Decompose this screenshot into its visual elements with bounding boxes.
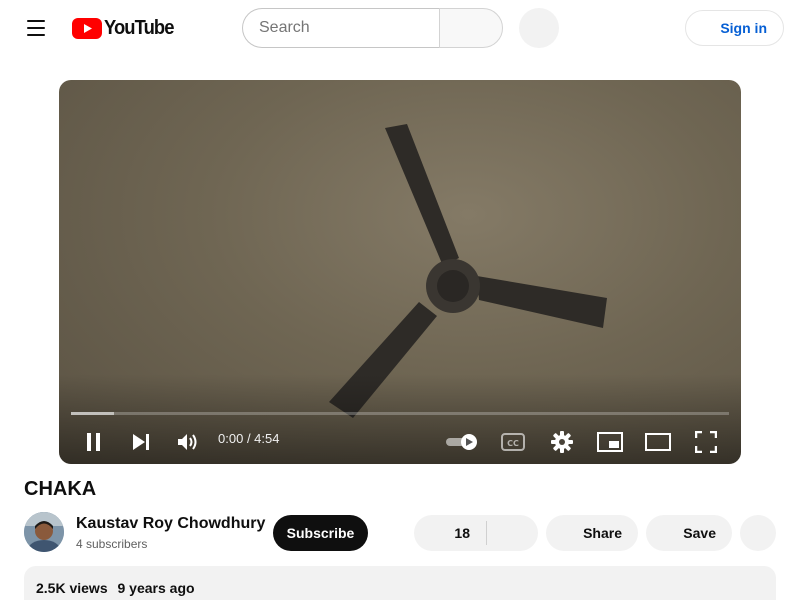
like-dislike-segment: 18 <box>414 515 538 551</box>
fan-blade <box>385 124 459 266</box>
sign-in-label: Sign in <box>720 20 767 36</box>
miniplayer-icon <box>597 432 623 452</box>
sign-in-button[interactable]: Sign in <box>685 10 784 46</box>
autoplay-toggle-icon <box>446 434 477 450</box>
video-player[interactable]: 0:00 / 4:54 CC <box>59 80 741 464</box>
subscriber-count: 4 subscribers <box>76 537 148 551</box>
description-meta: 2.5K views 9 years ago <box>36 580 201 596</box>
fan-blade <box>477 276 607 328</box>
hamburger-icon-line <box>27 34 45 36</box>
dislike-button[interactable] <box>487 515 538 551</box>
view-count: 2.5K views <box>36 580 108 596</box>
closed-captions-icon: CC <box>501 433 525 451</box>
time-display: 0:00 / 4:54 <box>218 431 279 446</box>
subscribe-label: Subscribe <box>286 525 355 541</box>
youtube-logo[interactable]: YouTube <box>72 16 180 40</box>
duration: 4:54 <box>254 431 280 446</box>
logo-wordmark: YouTube <box>104 16 174 39</box>
fullscreen-button[interactable] <box>688 424 724 460</box>
buffered-progress <box>71 412 114 415</box>
share-button[interactable]: Share <box>546 515 638 551</box>
avatar-image <box>24 512 64 552</box>
search-box[interactable] <box>242 8 440 48</box>
fan-hub-center <box>437 270 469 302</box>
subscribe-button[interactable]: Subscribe <box>273 515 368 551</box>
pause-icon <box>87 433 100 451</box>
like-count: 18 <box>454 525 470 541</box>
search-input[interactable] <box>259 19 440 37</box>
play-logo-icon <box>72 17 102 39</box>
save-button[interactable]: Save <box>646 515 732 551</box>
search-button[interactable] <box>439 8 503 48</box>
menu-button[interactable] <box>16 8 56 48</box>
autoplay-toggle[interactable] <box>443 424 483 460</box>
channel-avatar[interactable] <box>24 512 64 552</box>
fullscreen-icon <box>695 431 717 453</box>
description-box[interactable]: 2.5K views 9 years ago <box>24 566 776 600</box>
controls-gradient <box>59 374 741 464</box>
theater-mode-button[interactable] <box>640 424 676 460</box>
mute-button[interactable] <box>170 424 206 460</box>
current-time: 0:00 <box>218 431 244 446</box>
progress-bar[interactable] <box>71 412 729 415</box>
miniplayer-button[interactable] <box>592 424 628 460</box>
subtitles-button[interactable]: CC <box>495 424 531 460</box>
settings-button[interactable] <box>544 424 580 460</box>
next-button[interactable] <box>123 424 159 460</box>
share-label: Share <box>583 525 622 541</box>
pause-button[interactable] <box>76 424 112 460</box>
channel-name-link[interactable]: Kaustav Roy Chowdhury <box>76 515 265 533</box>
volume-icon <box>178 434 197 450</box>
hamburger-icon-line <box>27 27 45 29</box>
skip-next-icon <box>133 434 149 450</box>
more-actions-button[interactable] <box>740 515 776 551</box>
theater-mode-icon <box>645 433 671 451</box>
masthead: YouTube Sign in <box>0 0 800 56</box>
publish-date: 9 years ago <box>117 580 195 596</box>
voice-search-button[interactable] <box>519 8 559 48</box>
hamburger-icon-line <box>27 20 45 22</box>
svg-text:CC: CC <box>507 439 519 448</box>
gear-icon <box>551 431 573 453</box>
video-title: CHAKA <box>24 478 97 500</box>
like-button[interactable]: 18 <box>414 515 486 551</box>
save-label: Save <box>683 525 716 541</box>
